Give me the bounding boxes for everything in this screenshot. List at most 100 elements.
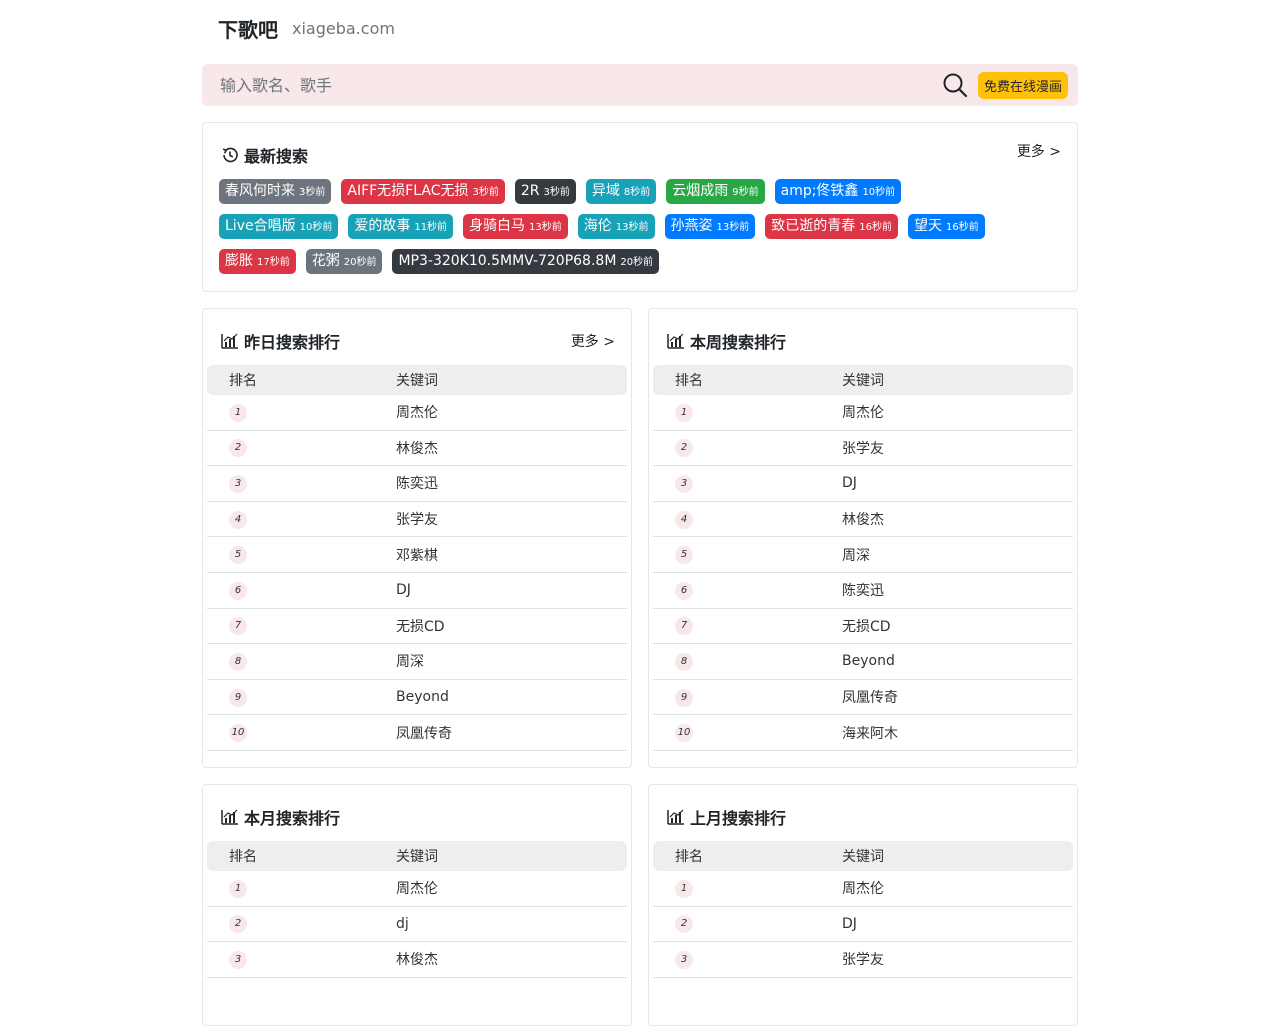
keyword-link[interactable]: dj (396, 916, 627, 932)
keyword-column-header: 关键词 (396, 849, 438, 865)
keyword-link[interactable]: 张学友 (396, 509, 627, 529)
keyword-column-header: 关键词 (842, 849, 884, 865)
table-row: 5 周深 (653, 537, 1073, 573)
rank-number: 6 (229, 581, 247, 600)
rank-column-header: 排名 (675, 373, 703, 389)
latest-search-header: 最新搜索 (221, 143, 308, 167)
rank-number: 8 (229, 652, 247, 671)
search-tag-time: 8秒前 (623, 187, 651, 198)
search-tag[interactable]: 2R 3秒前 (514, 179, 576, 204)
table-row: 2 林俊杰 (207, 431, 627, 467)
rank-cell: 1 (207, 879, 396, 898)
keyword-link[interactable]: 林俊杰 (842, 509, 1073, 529)
keyword-link[interactable]: 周深 (396, 651, 627, 671)
latest-search-card: 最新搜索 更多 > 春风何时来 3秒前 AIFF无损FLAC无损 3秒前 2R 3秒前 异域… (202, 122, 1078, 292)
search-tag[interactable]: MP3-320K10.5MMV-720P68.8M 20秒前 (392, 249, 660, 274)
search-tag-time: 10秒前 (299, 222, 333, 233)
table-row: 10 凤凰传奇 (207, 715, 627, 751)
keyword-link[interactable]: 无损CD (842, 616, 1073, 636)
keyword-link[interactable]: 周杰伦 (396, 402, 627, 422)
search-tag-label: AIFF无损FLAC无损 (347, 183, 469, 199)
keyword-link[interactable]: 陈奕迅 (842, 580, 1073, 600)
table-row: 2 DJ (653, 907, 1073, 943)
keyword-link[interactable]: DJ (842, 916, 1073, 932)
free-comic-button[interactable]: 免费在线漫画 (977, 71, 1068, 99)
search-icon[interactable] (942, 72, 968, 98)
keyword-link[interactable]: 周杰伦 (842, 878, 1073, 898)
search-tag[interactable]: 孙燕姿 13秒前 (664, 214, 756, 239)
table-row: 4 张学友 (207, 502, 627, 538)
keyword-link[interactable]: 张学友 (842, 949, 1073, 969)
keyword-link[interactable]: 张学友 (842, 438, 1073, 458)
keyword-link[interactable]: 凤凰传奇 (842, 687, 1073, 707)
keyword-link[interactable]: 海来阿木 (842, 723, 1073, 743)
search-tag[interactable]: 异域 8秒前 (585, 179, 657, 204)
table-row: 2 张学友 (653, 431, 1073, 467)
rank-number: 1 (229, 403, 247, 422)
keyword-link[interactable]: 林俊杰 (396, 438, 627, 458)
rank-cell: 2 (653, 914, 842, 934)
table-header: 排名 关键词 (653, 365, 1073, 395)
month-rank-card: 本月搜索排行 排名 关键词 1 周杰伦 2 dj 3 林俊杰 (202, 784, 632, 1026)
search-tag[interactable]: Live合唱版 10秒前 (219, 214, 339, 239)
rank-cell: 3 (207, 474, 396, 493)
yesterday-rank-card: 昨日搜索排行 更多 > 排名 关键词 1 周杰伦 2 林俊杰 3 陈奕迅 4 张学友 5 邓紫棋 6… (202, 308, 632, 768)
table-row: 2 dj (207, 907, 627, 943)
rank-cell: 1 (207, 403, 396, 422)
rank-cell: 6 (653, 581, 842, 600)
keyword-link[interactable]: Beyond (842, 653, 1073, 669)
table-row: 1 周杰伦 (207, 871, 627, 907)
search-tag-label: amp;佟铁鑫 (780, 183, 859, 199)
keyword-link[interactable]: Beyond (396, 689, 627, 705)
search-tag[interactable]: amp;佟铁鑫 10秒前 (774, 179, 902, 204)
search-tag[interactable]: 海伦 13秒前 (577, 214, 655, 239)
search-tag-time: 11秒前 (414, 222, 448, 233)
bar-chart-icon (667, 333, 684, 349)
search-tag[interactable]: 春风何时来 3秒前 (219, 179, 332, 204)
keyword-link[interactable]: 陈奕迅 (396, 473, 627, 493)
site-logo[interactable]: 下歌吧 (218, 14, 278, 43)
keyword-link[interactable]: 无损CD (396, 616, 627, 636)
rank-cell: 2 (653, 438, 842, 458)
rank-cell: 9 (207, 688, 396, 707)
rank-number: 9 (675, 688, 693, 707)
table-header: 排名 关键词 (207, 841, 627, 871)
latest-more-link[interactable]: 更多 > (1017, 141, 1061, 161)
keyword-link[interactable]: 邓紫棋 (396, 545, 627, 565)
search-tag[interactable]: AIFF无损FLAC无损 3秒前 (341, 179, 505, 204)
rank-number: 10 (675, 724, 693, 743)
search-tag[interactable]: 身骑白马 13秒前 (463, 214, 568, 239)
rank-cell: 8 (207, 652, 396, 671)
keyword-link[interactable]: DJ (396, 582, 627, 598)
search-tag[interactable]: 花粥 20秒前 (305, 249, 383, 274)
search-tag[interactable]: 爱的故事 11秒前 (348, 214, 454, 239)
search-tag-time: 16秒前 (859, 222, 892, 233)
yesterday-more-link[interactable]: 更多 > (571, 331, 615, 351)
table-row: 6 陈奕迅 (653, 573, 1073, 609)
search-tag[interactable]: 膨胀 17秒前 (219, 249, 296, 274)
keyword-link[interactable]: DJ (842, 475, 1073, 491)
search-tag-time: 3秒前 (543, 187, 570, 198)
search-bar: 免费在线漫画 (202, 63, 1078, 107)
keyword-link[interactable]: 林俊杰 (396, 949, 627, 969)
search-tag-label: 花粥 (311, 253, 340, 269)
latest-search-title: 最新搜索 (244, 147, 309, 166)
keyword-link[interactable]: 周杰伦 (842, 402, 1073, 422)
history-icon (222, 147, 238, 163)
search-tag[interactable]: 望天 16秒前 (908, 214, 985, 239)
search-tag[interactable]: 云烟成雨 9秒前 (666, 179, 765, 204)
keyword-link[interactable]: 周杰伦 (396, 878, 627, 898)
search-tag-time: 16秒前 (946, 222, 979, 233)
rank-cell: 3 (653, 474, 842, 493)
keyword-link[interactable]: 周深 (842, 545, 1073, 565)
week-rank-card: 本周搜索排行 排名 关键词 1 周杰伦 2 张学友 3 DJ 4 林俊杰 5 周深 6 陈奕迅 7 无损C… (648, 308, 1078, 768)
keyword-link[interactable]: 凤凰传奇 (396, 723, 627, 743)
table-row: 9 Beyond (207, 680, 627, 716)
search-tag[interactable]: 致已逝的青春 16秒前 (765, 214, 898, 239)
table-row: 3 DJ (653, 466, 1073, 502)
page-container: 下歌吧 xiageba.com 免费在线漫画 最新搜索 更多 > 春风何时来 3秒… (202, 0, 1078, 1026)
table-row: 4 林俊杰 (653, 502, 1073, 538)
search-input[interactable] (202, 63, 942, 107)
rank-cell: 4 (653, 510, 842, 529)
rank-column-header: 排名 (675, 849, 703, 865)
